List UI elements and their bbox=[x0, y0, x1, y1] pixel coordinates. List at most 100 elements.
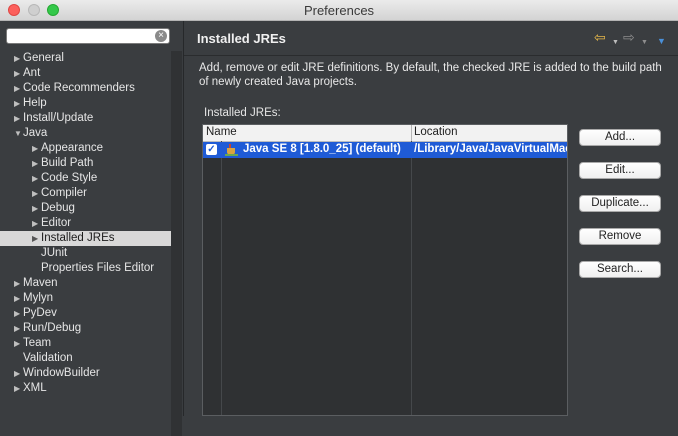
search-button[interactable]: Search... bbox=[579, 261, 661, 278]
chevron-right-icon[interactable]: ▶ bbox=[14, 381, 20, 396]
column-header-location[interactable]: Location bbox=[414, 126, 457, 138]
sidebar-item-pydev[interactable]: ▶ PyDev bbox=[0, 306, 171, 321]
add-button[interactable]: Add... bbox=[579, 129, 661, 146]
chevron-right-icon[interactable]: ▶ bbox=[32, 171, 38, 186]
sidebar-item-label: Code Recommenders bbox=[23, 82, 135, 94]
chevron-right-icon[interactable]: ▶ bbox=[14, 366, 20, 381]
remove-button[interactable]: Remove bbox=[579, 228, 661, 245]
arrow-right-icon[interactable]: ⇨ bbox=[623, 29, 635, 45]
chevron-right-icon[interactable]: ▶ bbox=[14, 81, 20, 96]
chevron-right-icon[interactable]: ▶ bbox=[14, 306, 20, 321]
sidebar-item-java[interactable]: ▼ Java bbox=[0, 126, 171, 141]
preference-tree: ▶ General ▶ Ant ▶ Code Recommenders ▶ Help ▶ Inst… bbox=[0, 51, 171, 396]
sidebar-item-label: Appearance bbox=[41, 142, 104, 154]
java-cup-icon bbox=[225, 144, 238, 156]
filter-input[interactable]: × bbox=[6, 28, 170, 44]
sidebar-item-ant[interactable]: ▶ Ant bbox=[0, 66, 171, 81]
sidebar-item-label: Install/Update bbox=[23, 112, 94, 124]
sidebar-item-code-style[interactable]: ▶ Code Style bbox=[0, 171, 171, 186]
column-line bbox=[411, 141, 412, 415]
sidebar-item-windowbuilder[interactable]: ▶ WindowBuilder bbox=[0, 366, 171, 381]
sidebar-item-label: General bbox=[23, 52, 64, 64]
arrow-left-icon[interactable]: ⇦ bbox=[594, 29, 606, 45]
chevron-right-icon[interactable]: ▶ bbox=[14, 51, 20, 66]
sidebar-item-label: PyDev bbox=[23, 307, 57, 319]
sidebar-item-debug[interactable]: ▶ Debug bbox=[0, 201, 171, 216]
sidebar-item-label: Maven bbox=[23, 277, 58, 289]
table-header: Name Location bbox=[203, 125, 567, 142]
sidebar-item-code-recommenders[interactable]: ▶ Code Recommenders bbox=[0, 81, 171, 96]
sidebar-item-label: JUnit bbox=[41, 247, 68, 259]
sidebar-item-mylyn[interactable]: ▶ Mylyn bbox=[0, 291, 171, 306]
sidebar-item-build-path[interactable]: ▶ Build Path bbox=[0, 156, 171, 171]
sidebar-item-label: Build Path bbox=[41, 157, 94, 169]
jre-location-cell: /Library/Java/JavaVirtualMac bbox=[414, 143, 568, 155]
column-divider[interactable] bbox=[411, 125, 412, 141]
column-header-name[interactable]: Name bbox=[206, 126, 237, 138]
preferences-sidebar: × ▶ General ▶ Ant ▶ Code Recommenders ▶ Help ▶ In… bbox=[0, 21, 184, 436]
chevron-right-icon[interactable]: ▶ bbox=[14, 111, 20, 126]
checkmark-icon[interactable]: ✓ bbox=[206, 144, 217, 155]
sidebar-item-editor[interactable]: ▶ Editor bbox=[0, 216, 171, 231]
sidebar-item-label: XML bbox=[23, 382, 47, 394]
chevron-right-icon[interactable]: ▶ bbox=[14, 276, 20, 291]
chevron-right-icon[interactable]: ▶ bbox=[32, 216, 38, 231]
sidebar-item-xml[interactable]: ▶ XML bbox=[0, 381, 171, 396]
page-title: Installed JREs bbox=[197, 31, 286, 46]
forward-history-chevron-down-icon[interactable]: ▼ bbox=[641, 35, 648, 51]
back-history-chevron-down-icon[interactable]: ▼ bbox=[612, 35, 619, 51]
chevron-right-icon[interactable]: ▶ bbox=[32, 141, 38, 156]
sidebar-item-appearance[interactable]: ▶ Appearance bbox=[0, 141, 171, 156]
jre-table[interactable]: Name Location ✓ Java SE 8 [1.8.0_25] (de… bbox=[202, 124, 568, 416]
sidebar-item-label: Team bbox=[23, 337, 52, 349]
sidebar-item-label: Editor bbox=[41, 217, 72, 229]
sidebar-item-label: Compiler bbox=[41, 187, 88, 199]
sidebar-item-label: Installed JREs bbox=[41, 232, 115, 244]
sidebar-item-validation[interactable]: Validation bbox=[0, 351, 171, 366]
chevron-right-icon[interactable]: ▶ bbox=[14, 291, 20, 306]
sidebar-item-label: Run/Debug bbox=[23, 322, 82, 334]
installed-jres-label: Installed JREs: bbox=[204, 107, 281, 119]
column-line bbox=[221, 141, 222, 415]
jre-name-cell: Java SE 8 [1.8.0_25] (default) bbox=[243, 143, 401, 155]
chevron-right-icon[interactable]: ▶ bbox=[32, 186, 38, 201]
sidebar-item-label: Mylyn bbox=[23, 292, 54, 304]
page-header: Installed JREs ⇦ ▼ ⇨ ▼ ▼ bbox=[184, 21, 678, 56]
sidebar-item-label: WindowBuilder bbox=[23, 367, 100, 379]
preference-page: Installed JREs ⇦ ▼ ⇨ ▼ ▼ Add, remove or … bbox=[184, 21, 678, 416]
sidebar-scrollbar[interactable] bbox=[171, 51, 182, 436]
duplicate-button[interactable]: Duplicate... bbox=[579, 195, 661, 212]
title-bar: Preferences bbox=[0, 0, 678, 21]
sidebar-item-label: Code Style bbox=[41, 172, 98, 184]
sidebar-item-label: Java bbox=[23, 127, 48, 139]
sidebar-item-label: Debug bbox=[41, 202, 75, 214]
view-menu-triangle-down-icon[interactable]: ▼ bbox=[657, 33, 666, 49]
sidebar-item-label: Validation bbox=[23, 352, 73, 364]
edit-button[interactable]: Edit... bbox=[579, 162, 661, 179]
clear-filter-icon[interactable]: × bbox=[155, 30, 167, 42]
sidebar-item-properties-files-editor[interactable]: Properties Files Editor bbox=[0, 261, 171, 276]
chevron-right-icon[interactable]: ▶ bbox=[32, 156, 38, 171]
chevron-right-icon[interactable]: ▶ bbox=[14, 321, 20, 336]
sidebar-item-general[interactable]: ▶ General bbox=[0, 51, 171, 66]
window-title: Preferences bbox=[303, 3, 375, 18]
sidebar-item-maven[interactable]: ▶ Maven bbox=[0, 276, 171, 291]
sidebar-item-installed-jres[interactable]: ▶ Installed JREs bbox=[0, 231, 171, 246]
sidebar-item-team[interactable]: ▶ Team bbox=[0, 336, 171, 351]
sidebar-item-junit[interactable]: JUnit bbox=[0, 246, 171, 261]
chevron-right-icon[interactable]: ▶ bbox=[32, 231, 38, 246]
sidebar-item-label: Help bbox=[23, 97, 47, 109]
chevron-right-icon[interactable]: ▶ bbox=[14, 96, 20, 111]
chevron-down-icon[interactable]: ▼ bbox=[14, 126, 22, 141]
sidebar-item-compiler[interactable]: ▶ Compiler bbox=[0, 186, 171, 201]
sidebar-item-help[interactable]: ▶ Help bbox=[0, 96, 171, 111]
sidebar-item-run-debug[interactable]: ▶ Run/Debug bbox=[0, 321, 171, 336]
sidebar-item-label: Ant bbox=[23, 67, 41, 79]
table-row[interactable]: ✓ Java SE 8 [1.8.0_25] (default) /Librar… bbox=[203, 142, 568, 158]
page-description: Add, remove or edit JRE definitions. By … bbox=[199, 62, 662, 88]
sidebar-item-install-update[interactable]: ▶ Install/Update bbox=[0, 111, 171, 126]
chevron-right-icon[interactable]: ▶ bbox=[14, 336, 20, 351]
chevron-right-icon[interactable]: ▶ bbox=[32, 201, 38, 216]
chevron-right-icon[interactable]: ▶ bbox=[14, 66, 20, 81]
sidebar-item-label: Properties Files Editor bbox=[41, 262, 155, 274]
